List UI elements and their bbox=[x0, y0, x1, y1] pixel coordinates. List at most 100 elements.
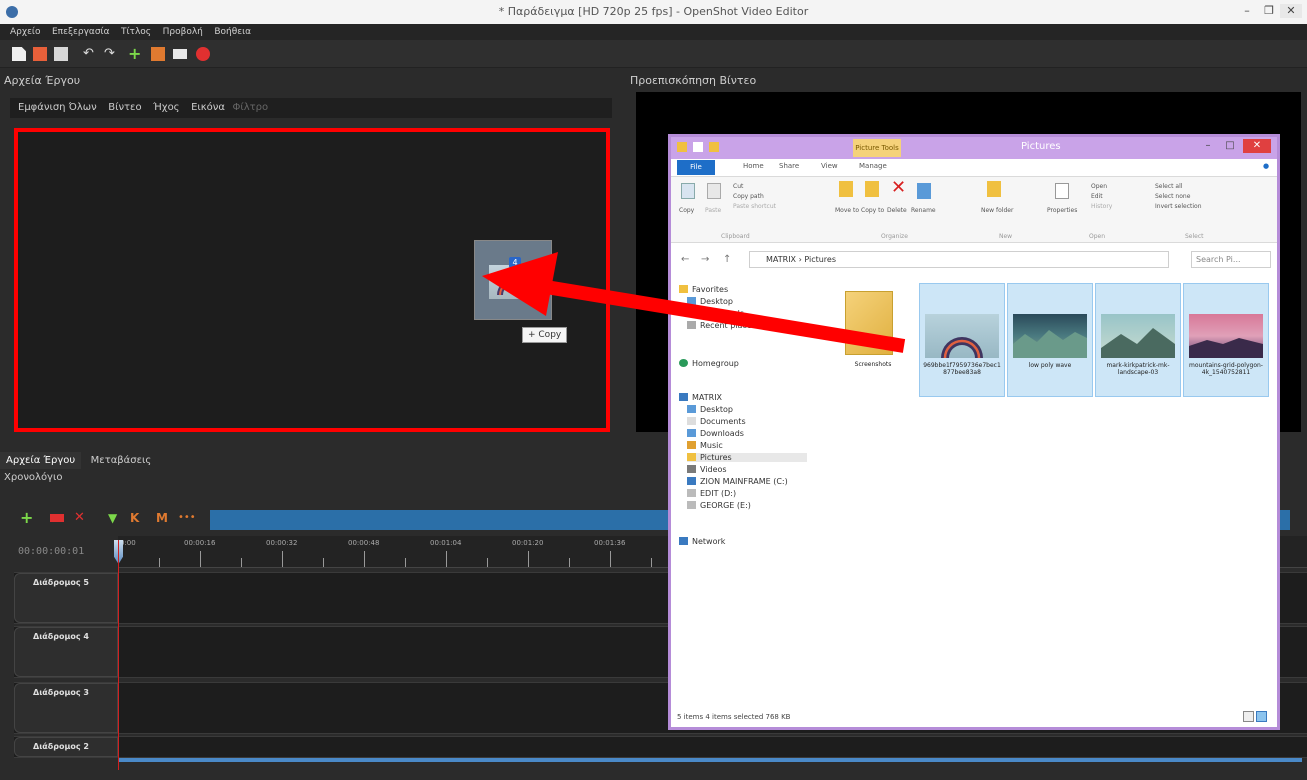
redo-icon[interactable]: ↷ bbox=[104, 47, 118, 61]
paste-icon[interactable] bbox=[707, 183, 721, 199]
nav-favorites[interactable]: Favorites bbox=[679, 285, 728, 294]
help-icon[interactable]: ● bbox=[1263, 162, 1269, 170]
add-track-icon[interactable]: + bbox=[20, 510, 34, 526]
menu-view[interactable]: Προβολή bbox=[159, 25, 207, 37]
add-marker-icon[interactable]: ▼ bbox=[108, 511, 122, 525]
razor-icon[interactable]: ✕ bbox=[74, 511, 88, 525]
nav-fav-desktop[interactable]: Desktop bbox=[687, 297, 733, 306]
file-item-mountains[interactable]: mountains-grid-polygon-4k_1540752811 bbox=[1183, 283, 1269, 397]
quick-access-folder-icon[interactable] bbox=[677, 142, 687, 152]
invert-selection-label[interactable]: Invert selection bbox=[1155, 203, 1202, 210]
large-icons-view-icon[interactable] bbox=[1256, 711, 1267, 722]
center-playhead-icon[interactable]: ••• bbox=[178, 511, 196, 525]
address-path[interactable]: MATRIX › Pictures bbox=[749, 251, 1169, 268]
ribbon-tab-home[interactable]: Home bbox=[743, 162, 764, 170]
new-project-icon[interactable] bbox=[12, 47, 26, 61]
filter-input[interactable]: Φίλτρο bbox=[232, 102, 268, 113]
file-item-screenshots[interactable]: Screenshots bbox=[831, 283, 917, 397]
move-to-label[interactable]: Move to bbox=[835, 207, 859, 214]
menu-file[interactable]: Αρχείο bbox=[6, 25, 45, 37]
open-project-icon[interactable] bbox=[33, 47, 47, 61]
open-label[interactable]: Open bbox=[1091, 183, 1107, 190]
paste-label[interactable]: Paste bbox=[705, 207, 721, 214]
quick-access-new-folder-icon[interactable] bbox=[709, 142, 719, 152]
search-input[interactable]: Search Pi... bbox=[1191, 251, 1271, 268]
menu-help[interactable]: Βοήθεια bbox=[210, 25, 255, 37]
new-folder-label[interactable]: New folder bbox=[981, 207, 1013, 214]
nav-drive-d[interactable]: EDIT (D:) bbox=[687, 489, 736, 498]
filter-image[interactable]: Εικόνα bbox=[191, 102, 225, 113]
file-item-low-poly-wave[interactable]: low poly wave bbox=[1007, 283, 1093, 397]
copy-to-icon[interactable] bbox=[865, 181, 879, 197]
nav-homegroup[interactable]: Homegroup bbox=[679, 359, 739, 368]
cut-label[interactable]: Cut bbox=[733, 183, 743, 190]
picture-tools-tab[interactable]: Picture Tools bbox=[853, 139, 901, 157]
track-header[interactable]: Διάδρομος 5 bbox=[14, 573, 118, 623]
nav-network[interactable]: Network bbox=[679, 537, 725, 546]
tab-project-files[interactable]: Αρχεία Έργου bbox=[0, 452, 82, 469]
explorer-close-button[interactable]: ✕ bbox=[1243, 139, 1271, 153]
import-files-icon[interactable]: + bbox=[128, 46, 142, 62]
file-item-rainbow[interactable]: 969bbe1f7959736e7bec1877bee83a8 bbox=[919, 283, 1005, 397]
export-video-icon[interactable] bbox=[196, 47, 210, 61]
filter-show-all[interactable]: Εμφάνιση Όλων bbox=[18, 102, 97, 113]
menu-title[interactable]: Τίτλος bbox=[117, 25, 155, 37]
copy-path-label[interactable]: Copy path bbox=[733, 193, 764, 200]
menu-edit[interactable]: Επεξεργασία bbox=[48, 25, 114, 37]
close-button[interactable]: ✕ bbox=[1280, 4, 1302, 18]
ribbon-tab-view[interactable]: View bbox=[821, 162, 838, 170]
track-header[interactable]: Διάδρομος 2 bbox=[14, 737, 118, 757]
track-header[interactable]: Διάδρομος 3 bbox=[14, 683, 118, 733]
copy-to-label[interactable]: Copy to bbox=[861, 207, 884, 214]
properties-icon[interactable] bbox=[1055, 183, 1069, 199]
nav-pictures[interactable]: Pictures bbox=[687, 453, 807, 462]
nav-music[interactable]: Music bbox=[687, 441, 723, 450]
nav-documents[interactable]: Documents bbox=[687, 417, 746, 426]
rename-label[interactable]: Rename bbox=[911, 207, 936, 214]
delete-label[interactable]: Delete bbox=[887, 207, 907, 214]
up-arrow-icon[interactable]: ↑ bbox=[723, 254, 731, 265]
tab-transitions[interactable]: Μεταβάσεις bbox=[85, 452, 158, 469]
forward-arrow-icon[interactable]: → bbox=[701, 254, 709, 265]
previous-marker-icon[interactable]: K bbox=[130, 511, 144, 525]
restore-button[interactable]: ❐ bbox=[1258, 4, 1280, 18]
explorer-maximize-button[interactable]: □ bbox=[1219, 139, 1241, 153]
paste-shortcut-label[interactable]: Paste shortcut bbox=[733, 203, 776, 210]
save-project-icon[interactable] bbox=[54, 47, 68, 61]
nav-videos[interactable]: Videos bbox=[687, 465, 727, 474]
select-all-label[interactable]: Select all bbox=[1155, 183, 1182, 190]
minimize-button[interactable]: – bbox=[1236, 4, 1258, 18]
timeline-horizontal-scrollbar[interactable] bbox=[118, 758, 1302, 762]
track-header[interactable]: Διάδρομος 4 bbox=[14, 627, 118, 677]
ribbon-tab-share[interactable]: Share bbox=[779, 162, 799, 170]
back-arrow-icon[interactable]: ← bbox=[681, 254, 689, 265]
nav-drive-c[interactable]: ZION MAINFRAME (C:) bbox=[687, 477, 788, 486]
delete-icon[interactable]: ✕ bbox=[891, 179, 906, 197]
undo-icon[interactable]: ↶ bbox=[83, 47, 97, 61]
properties-label[interactable]: Properties bbox=[1047, 207, 1077, 214]
history-label[interactable]: History bbox=[1091, 203, 1112, 210]
fullscreen-icon[interactable] bbox=[173, 49, 187, 59]
nav-recent-places[interactable]: Recent places bbox=[687, 321, 756, 330]
quick-access-properties-icon[interactable] bbox=[693, 142, 703, 152]
edit-label[interactable]: Edit bbox=[1091, 193, 1103, 200]
nav-fav-downloads[interactable]: Downloads bbox=[687, 309, 744, 318]
file-item-landscape[interactable]: mark-kirkpatrick-mk-landscape-03 bbox=[1095, 283, 1181, 397]
details-view-icon[interactable] bbox=[1243, 711, 1254, 722]
nav-drive-e[interactable]: GEORGE (E:) bbox=[687, 501, 751, 510]
ribbon-tab-file[interactable]: File bbox=[677, 160, 715, 175]
nav-desktop[interactable]: Desktop bbox=[687, 405, 733, 414]
select-none-label[interactable]: Select none bbox=[1155, 193, 1190, 200]
profile-icon[interactable] bbox=[151, 47, 165, 61]
next-marker-icon[interactable]: M bbox=[156, 511, 170, 525]
copy-label[interactable]: Copy bbox=[679, 207, 694, 214]
ribbon-tab-manage[interactable]: Manage bbox=[859, 162, 887, 170]
new-folder-icon[interactable] bbox=[987, 181, 1001, 197]
filter-audio[interactable]: Ήχος bbox=[153, 102, 179, 113]
copy-icon[interactable] bbox=[681, 183, 695, 199]
nav-this-pc[interactable]: MATRIX bbox=[679, 393, 722, 402]
rename-icon[interactable] bbox=[917, 183, 931, 199]
timeline-track[interactable]: Διάδρομος 2 bbox=[14, 736, 1307, 758]
explorer-minimize-button[interactable]: – bbox=[1197, 139, 1219, 153]
move-to-icon[interactable] bbox=[839, 181, 853, 197]
